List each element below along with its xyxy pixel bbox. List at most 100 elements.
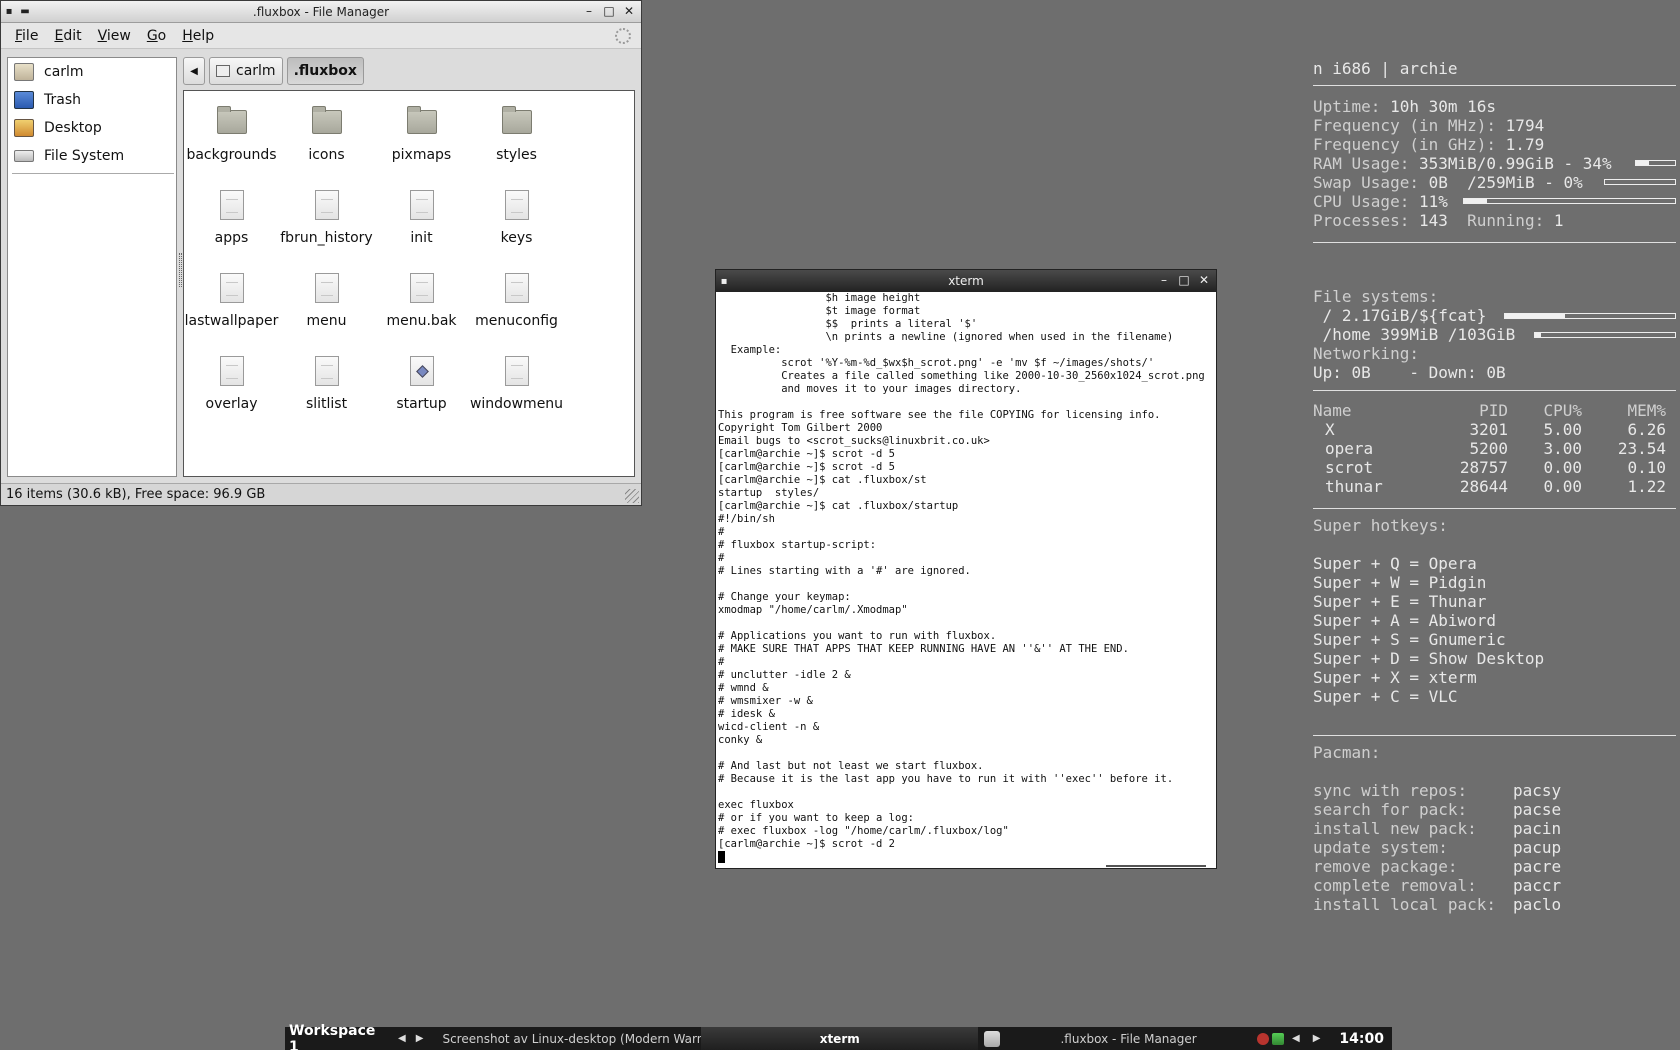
maximize-icon[interactable]: □ [601, 3, 617, 19]
resize-grip-icon[interactable] [625, 489, 639, 503]
hotkey-item: Super + C = VLC [1313, 687, 1458, 706]
hotkey-item: Super + D = Show Desktop [1313, 649, 1545, 668]
window-menu-icon[interactable]: ▪ [716, 276, 732, 287]
proc-name: opera [1325, 439, 1374, 458]
file-item[interactable]: keys [469, 184, 564, 267]
network-tray-icon[interactable] [1272, 1032, 1284, 1045]
terminal-line: [carlm@archie ~]$ scrot -d 5 [718, 461, 896, 473]
freq-ghz-label: Frequency (in GHz): [1313, 135, 1497, 154]
file-manager-window: ▪ ▬ .fluxbox - File Manager – □ ✕ File E… [0, 0, 642, 506]
menu-file[interactable]: File [7, 28, 46, 44]
file-item[interactable]: overlay [184, 350, 279, 433]
file-item[interactable]: startup [374, 350, 469, 433]
path-bar: ◀ carlm .fluxbox [183, 57, 364, 85]
window-prev-icon[interactable]: ◀ [1287, 1033, 1305, 1044]
sidebar-item-home[interactable]: carlm [8, 58, 176, 86]
terminal-line: # wmsmixer -w & [718, 695, 813, 707]
file-item[interactable]: fbrun_history [279, 184, 374, 267]
terminal-output[interactable]: $h image height $t image format $$ print… [717, 292, 1215, 867]
file-item[interactable]: styles [469, 101, 564, 184]
pacman-action: complete removal: [1313, 876, 1477, 895]
file-item[interactable]: menu [279, 267, 374, 350]
window-menu-icon[interactable]: ▪ [1, 6, 17, 17]
file-item[interactable]: lastwallpaper [184, 267, 279, 350]
opera-tray-icon[interactable] [1257, 1032, 1269, 1045]
xterm-titlebar[interactable]: ▪ xterm – □ ✕ [716, 270, 1216, 292]
close-icon[interactable]: ✕ [1196, 272, 1212, 288]
path-button-carlm[interactable]: carlm [209, 57, 283, 85]
task-screenshot[interactable]: Screenshot av Linux-desktop (Modern Warn… [428, 1027, 701, 1050]
workspace-prev-icon[interactable]: ◀ [393, 1033, 411, 1044]
file-item[interactable]: backgrounds [184, 101, 279, 184]
scrollbar-thumb[interactable] [1106, 865, 1206, 867]
file-name: overlay [205, 396, 258, 412]
terminal-line: # exec fluxbox -log "/home/carlm/.fluxbo… [718, 825, 1009, 837]
maximize-icon[interactable]: □ [1176, 272, 1192, 288]
menu-edit[interactable]: Edit [46, 28, 89, 44]
pacman-action: install local pack: [1313, 895, 1497, 914]
task-label: Screenshot av Linux-desktop (Modern Warn… [442, 1031, 701, 1046]
workspace-next-icon[interactable]: ▶ [411, 1033, 429, 1044]
col-name: Name [1313, 401, 1352, 420]
folder-icon [984, 1030, 1001, 1047]
file-item[interactable]: menu.bak [374, 267, 469, 350]
file-name: keys [500, 230, 533, 246]
path-back-button[interactable]: ◀ [183, 57, 205, 85]
divider [1313, 242, 1676, 243]
running-label: Running: [1467, 211, 1545, 230]
file-item[interactable]: init [374, 184, 469, 267]
uptime-value: 10h 30m 16s [1390, 97, 1497, 116]
sidebar-item-filesystem[interactable]: File System [8, 142, 176, 170]
menu-go[interactable]: Go [139, 28, 174, 44]
fs-root-bar-fill [1505, 314, 1565, 318]
terminal-line: Email bugs to <scrot_sucks@linuxbrit.co.… [718, 435, 990, 447]
file-item[interactable]: pixmaps [374, 101, 469, 184]
sidebar-item-trash[interactable]: Trash [8, 86, 176, 114]
workspace-name[interactable]: Workspace 1 [285, 1023, 393, 1050]
path-button-fluxbox[interactable]: .fluxbox [286, 57, 364, 85]
minimize-icon[interactable]: – [1156, 272, 1172, 288]
menu-view[interactable]: View [90, 28, 139, 44]
file-item[interactable]: apps [184, 184, 279, 267]
task-file-manager[interactable]: .fluxbox - File Manager [978, 1027, 1251, 1050]
hotkey-item: Super + A = Abiword [1313, 611, 1497, 630]
proc-pid: 5200 [1469, 439, 1508, 458]
terminal-line: [carlm@archie ~]$ scrot -d 5 [718, 448, 896, 460]
file-item[interactable]: menuconfig [469, 267, 564, 350]
window-next-icon[interactable]: ▶ [1308, 1033, 1326, 1044]
menu-help[interactable]: Help [174, 28, 222, 44]
file-view[interactable]: backgrounds icons pixmaps styles apps fbrun_h… [183, 90, 635, 477]
cpu-value: 11% [1418, 192, 1448, 211]
proc-name: X [1325, 420, 1335, 439]
conky-header: n i686 | archie [1313, 59, 1458, 78]
terminal-cursor [718, 851, 725, 863]
fs-root: / 2.17GiB/${fcat} [1313, 306, 1487, 325]
pane-resize-handle[interactable] [179, 253, 182, 287]
terminal-line: # idesk & [718, 708, 775, 720]
uptime-row: Uptime: 10h 30m 16s [1313, 97, 1496, 116]
file-icon [219, 354, 244, 388]
proc-pid: 3201 [1469, 420, 1508, 439]
file-item[interactable]: icons [279, 101, 374, 184]
task-label: .fluxbox - File Manager [1060, 1031, 1197, 1046]
freq-mhz-row: Frequency (in MHz): 1794 [1313, 116, 1544, 135]
folder-icon: ▬ [20, 6, 30, 17]
networking-value: Up: 0B - Down: 0B [1313, 363, 1506, 382]
file-icon [504, 188, 529, 222]
terminal-line: $$ prints a literal '$' [718, 318, 978, 330]
ram-value: 353MiB/0.99GiB - 34% [1418, 154, 1612, 173]
pacman-action: remove package: [1313, 857, 1458, 876]
file-item[interactable]: slitlist [279, 350, 374, 433]
clock: 14:00 [1339, 1030, 1384, 1047]
divider [1313, 390, 1676, 391]
task-xterm[interactable]: xterm [700, 1027, 979, 1050]
file-manager-titlebar[interactable]: ▪ ▬ .fluxbox - File Manager – □ ✕ [1, 1, 641, 23]
sidebar-item-desktop[interactable]: Desktop [8, 114, 176, 142]
file-item[interactable]: windowmenu [469, 350, 564, 433]
proc-cpu: 0.00 [1543, 458, 1582, 477]
close-icon[interactable]: ✕ [621, 3, 637, 19]
cpu-bar [1463, 198, 1676, 204]
pacman-alias: pacre [1513, 857, 1562, 876]
minimize-icon[interactable]: – [581, 3, 597, 19]
